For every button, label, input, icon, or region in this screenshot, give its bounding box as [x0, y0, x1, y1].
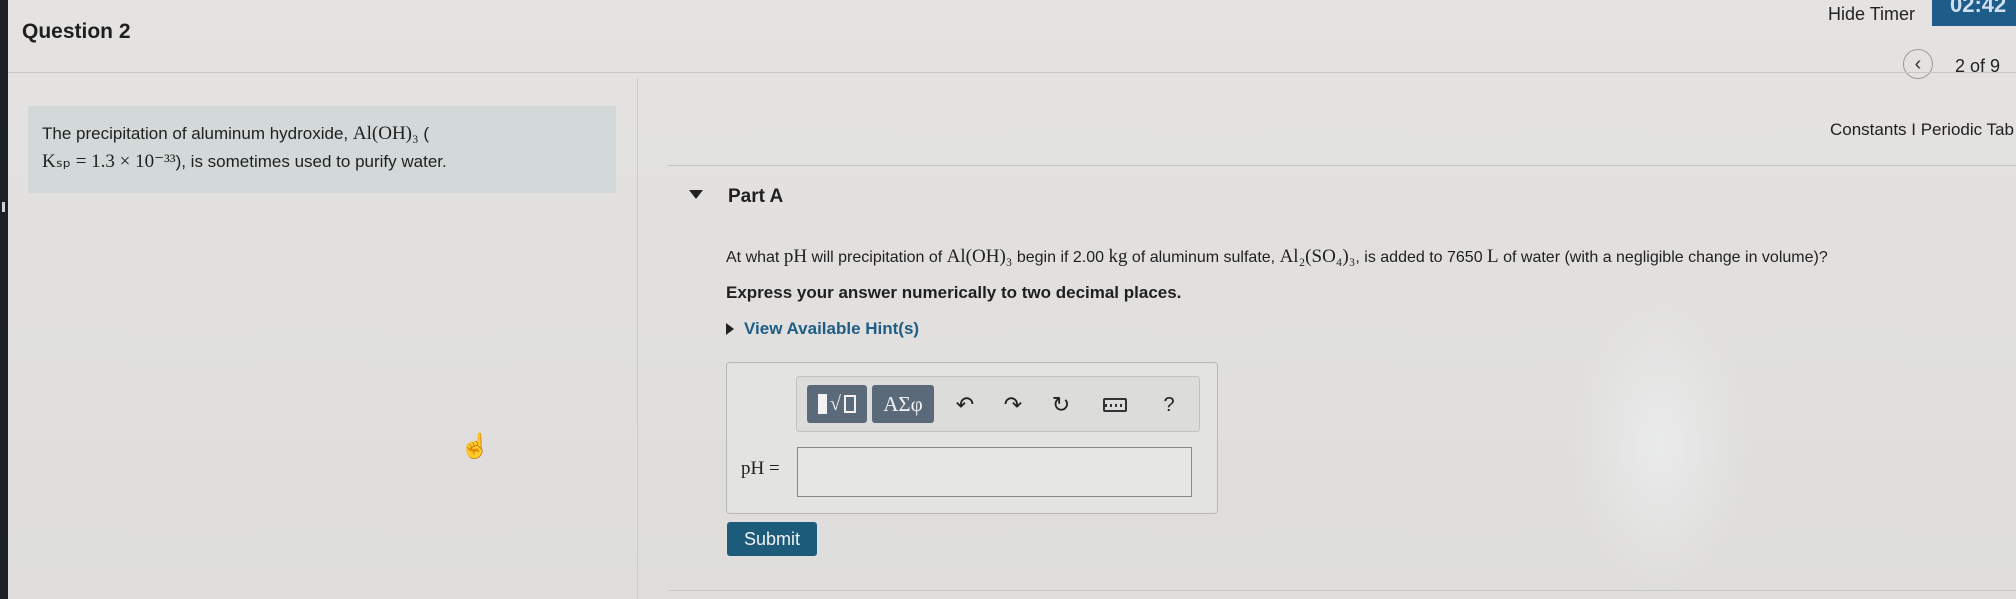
- previous-question-button[interactable]: ‹: [1903, 49, 1933, 79]
- screen-glare: [1570, 290, 1750, 599]
- q-text: begin if 2.00: [1012, 249, 1109, 266]
- intro-tail: ), is sometimes used to purify water.: [175, 152, 447, 171]
- box-icon: [843, 395, 856, 413]
- redo-icon[interactable]: ↷: [998, 391, 1028, 419]
- bottom-divider: [668, 590, 2016, 591]
- expand-triangle-icon: [726, 323, 734, 335]
- page-count: 2 of 9: [1955, 56, 2001, 76]
- q-text: of aluminum sulfate,: [1127, 249, 1280, 266]
- ph-label: pH =: [741, 458, 780, 479]
- symbols-button[interactable]: ΑΣφ: [872, 385, 934, 423]
- hand-cursor-icon: ☝: [460, 433, 490, 460]
- collapse-caret-icon[interactable]: [689, 190, 703, 199]
- intro-text: The precipitation of aluminum hydroxide,: [42, 124, 353, 143]
- hide-timer-link[interactable]: Hide Timer: [1828, 4, 1915, 25]
- q-unit: kg: [1108, 246, 1128, 267]
- hint-label: View Available Hint(s): [744, 319, 920, 338]
- reset-icon[interactable]: ↻: [1046, 391, 1076, 419]
- q-text: , is added to 7650: [1355, 249, 1488, 266]
- header-divider: [8, 72, 2016, 73]
- keyboard-button[interactable]: [1100, 391, 1130, 419]
- q-formula: Al(OH)₃: [946, 246, 1013, 267]
- left-edge-bar: [0, 0, 8, 599]
- problem-intro: The precipitation of aluminum hydroxide,…: [28, 106, 616, 193]
- quiz-page: Question 2 Hide Timer 02:42 ‹ 2 of 9 The…: [0, 0, 2016, 599]
- intro-formula: Al(OH)₃: [352, 123, 419, 144]
- q-unit: L: [1487, 246, 1499, 267]
- ksp-formula: Kₛₚ = 1.3 × 10⁻³³: [42, 151, 176, 172]
- submit-button[interactable]: Submit: [727, 522, 817, 556]
- part-title: Part A: [728, 186, 784, 207]
- edge-mark: [2, 202, 5, 212]
- q-text: will precipitation of: [807, 249, 947, 266]
- q-formula: Al₂(SO₄)₃: [1279, 246, 1356, 267]
- q-text: of water (with a negligible change in vo…: [1498, 249, 1828, 266]
- intro-line-2: Kₛₚ = 1.3 × 10⁻³³), is sometimes used to…: [42, 148, 602, 176]
- answer-instruction: Express your answer numerically to two d…: [726, 283, 1182, 302]
- help-button[interactable]: ?: [1154, 391, 1184, 419]
- q-ph: pH: [783, 246, 808, 267]
- math-templates-button[interactable]: √: [807, 385, 867, 423]
- math-templates-icon: [818, 394, 827, 414]
- question-title: Question 2: [22, 20, 131, 43]
- ph-answer-input[interactable]: [797, 447, 1192, 497]
- undo-icon[interactable]: ↶: [950, 391, 980, 419]
- view-hints-link[interactable]: View Available Hint(s): [726, 319, 919, 339]
- question-text: At what pH will precipitation of Al(OH)₃…: [726, 246, 1828, 268]
- math-toolbar: √ ΑΣφ ↶ ↷ ↻ ?: [796, 376, 1200, 432]
- keyboard-icon: [1103, 398, 1127, 412]
- sqrt-icon: √: [830, 392, 841, 415]
- intro-paren: (: [418, 124, 430, 143]
- column-divider: [637, 78, 638, 599]
- part-divider: [668, 165, 2016, 166]
- constants-periodic-table-link[interactable]: Constants I Periodic Tab: [1830, 120, 2014, 140]
- q-text: At what: [726, 249, 784, 266]
- intro-line-1: The precipitation of aluminum hydroxide,…: [42, 120, 602, 148]
- timer-display: 02:42: [1932, 0, 2016, 26]
